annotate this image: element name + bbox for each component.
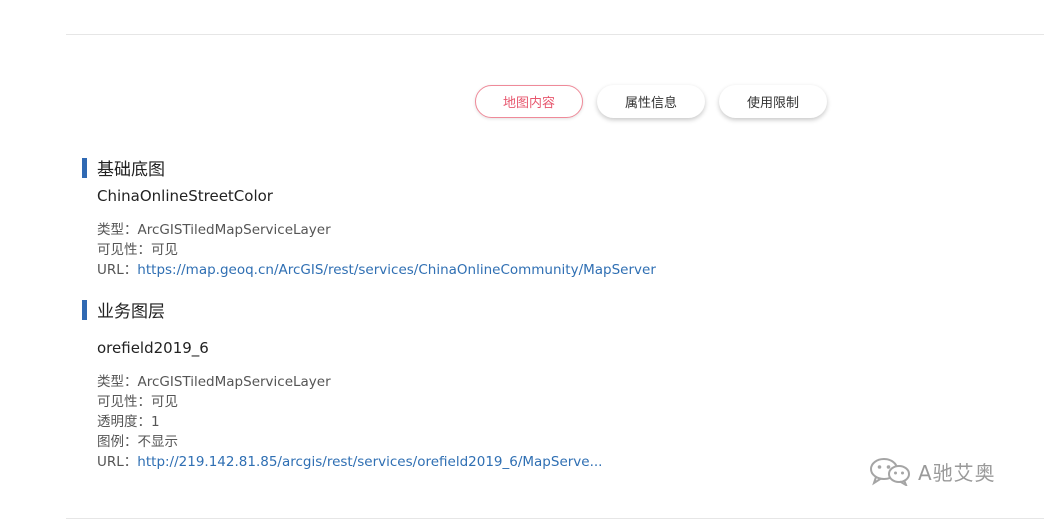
layer-type: 类型：ArcGISTiledMapServiceLayer — [97, 374, 331, 390]
watermark: A驰艾奥 — [868, 456, 996, 486]
layer-type: 类型：ArcGISTiledMapServiceLayer — [97, 222, 331, 238]
bottom-divider — [66, 518, 1044, 519]
layer-url: URL：https://map.geoq.cn/ArcGIS/rest/serv… — [97, 262, 656, 278]
section-basemap-header: 基础底图 — [82, 155, 165, 180]
layer-opacity: 透明度：1 — [97, 414, 160, 430]
layer-visibility: 可见性：可见 — [97, 394, 178, 410]
section-title: 基础底图 — [97, 160, 165, 180]
watermark-text: A驰艾奥 — [918, 460, 996, 485]
tab-attributes[interactable]: 属性信息 — [597, 85, 705, 118]
section-title: 业务图层 — [97, 302, 165, 322]
top-divider — [66, 34, 1044, 35]
section-business-header: 业务图层 — [82, 297, 165, 322]
layer-url-link[interactable]: http://219.142.81.85/arcgis/rest/service… — [137, 454, 602, 470]
layer-visibility: 可见性：可见 — [97, 242, 178, 258]
layer-url: URL：http://219.142.81.85/arcgis/rest/ser… — [97, 454, 603, 470]
section-marker — [82, 157, 87, 178]
layer-name: ChinaOnlineStreetColor — [97, 187, 273, 205]
tab-map-content[interactable]: 地图内容 — [475, 85, 583, 118]
wechat-icon — [870, 458, 910, 486]
layer-url-link[interactable]: https://map.geoq.cn/ArcGIS/rest/services… — [137, 262, 656, 278]
layer-legend: 图例：不显示 — [97, 434, 178, 450]
section-marker — [82, 299, 87, 320]
tab-bar: 地图内容 属性信息 使用限制 — [475, 85, 827, 118]
tab-usage-limits[interactable]: 使用限制 — [719, 85, 827, 118]
layer-name: orefield2019_6 — [97, 339, 209, 357]
